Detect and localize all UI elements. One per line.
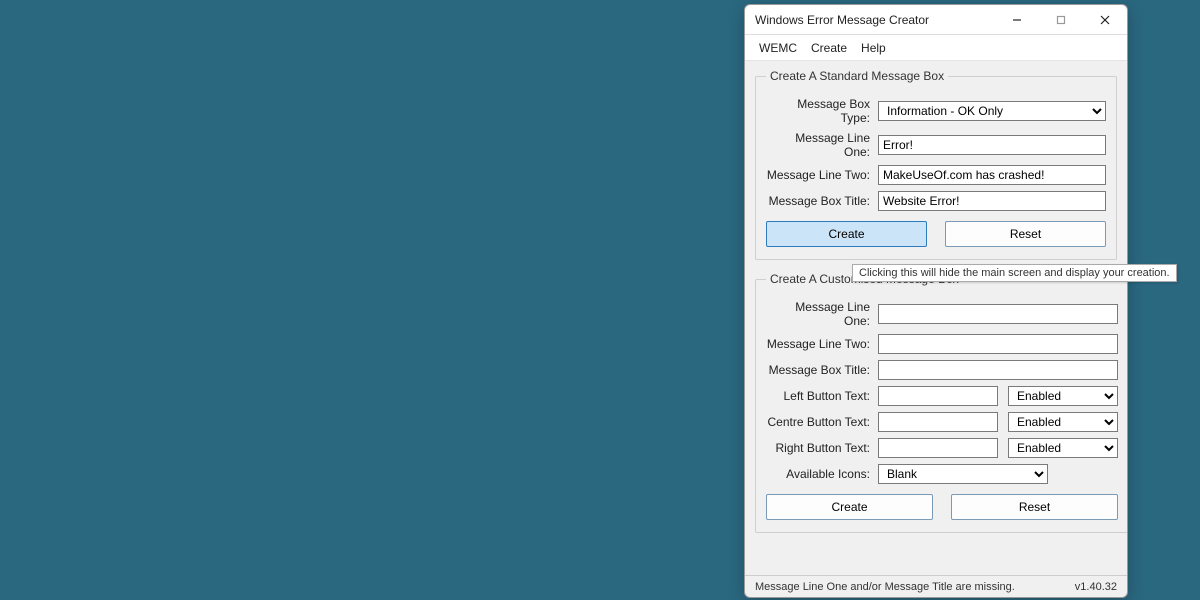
status-message: Message Line One and/or Message Title ar… xyxy=(755,581,1075,593)
standard-create-button[interactable]: Create xyxy=(766,221,927,247)
standard-line2-input[interactable] xyxy=(878,165,1106,185)
standard-line1-input[interactable] xyxy=(878,135,1106,155)
standard-group: Create A Standard Message Box Message Bo… xyxy=(755,69,1117,260)
close-button[interactable] xyxy=(1083,5,1127,35)
custom-title-input[interactable] xyxy=(878,360,1118,380)
right-btn-label: Right Button Text: xyxy=(766,441,878,455)
message-box-type-select[interactable]: Information - OK Only xyxy=(878,101,1106,121)
titlebar[interactable]: Windows Error Message Creator xyxy=(745,5,1127,35)
c-line2-label: Message Line Two: xyxy=(766,337,878,351)
line2-label: Message Line Two: xyxy=(766,168,878,182)
right-button-state-select[interactable]: Enabled xyxy=(1008,438,1118,458)
custom-group: Create A Customised Message Box Message … xyxy=(755,272,1127,533)
statusbar: Message Line One and/or Message Title ar… xyxy=(745,575,1127,597)
c-title-label: Message Box Title: xyxy=(766,363,878,377)
c-line1-label: Message Line One: xyxy=(766,300,878,328)
menu-help[interactable]: Help xyxy=(861,41,886,55)
left-button-text-input[interactable] xyxy=(878,386,998,406)
custom-line1-input[interactable] xyxy=(878,304,1118,324)
window-title: Windows Error Message Creator xyxy=(755,13,995,27)
left-button-state-select[interactable]: Enabled xyxy=(1008,386,1118,406)
custom-reset-button[interactable]: Reset xyxy=(951,494,1118,520)
centre-button-state-select[interactable]: Enabled xyxy=(1008,412,1118,432)
standard-legend: Create A Standard Message Box xyxy=(766,69,948,83)
custom-create-button[interactable]: Create xyxy=(766,494,933,520)
window-body: Create A Standard Message Box Message Bo… xyxy=(745,61,1127,575)
custom-line2-input[interactable] xyxy=(878,334,1118,354)
minimize-button[interactable] xyxy=(995,5,1039,35)
create-button-tooltip: Clicking this will hide the main screen … xyxy=(852,264,1177,282)
menu-wemc[interactable]: WEMC xyxy=(759,41,797,55)
maximize-button[interactable] xyxy=(1039,5,1083,35)
type-label: Message Box Type: xyxy=(766,97,878,125)
available-icons-select[interactable]: Blank xyxy=(878,464,1048,484)
box-title-label: Message Box Title: xyxy=(766,194,878,208)
line1-label: Message Line One: xyxy=(766,131,878,159)
left-btn-label: Left Button Text: xyxy=(766,389,878,403)
centre-button-text-input[interactable] xyxy=(878,412,998,432)
version-label: v1.40.32 xyxy=(1075,581,1117,593)
menu-create[interactable]: Create xyxy=(811,41,847,55)
menubar: WEMC Create Help xyxy=(745,35,1127,61)
centre-btn-label: Centre Button Text: xyxy=(766,415,878,429)
icons-label: Available Icons: xyxy=(766,467,878,481)
app-window: Windows Error Message Creator WEMC Creat… xyxy=(744,4,1128,598)
right-button-text-input[interactable] xyxy=(878,438,998,458)
standard-title-input[interactable] xyxy=(878,191,1106,211)
standard-reset-button[interactable]: Reset xyxy=(945,221,1106,247)
